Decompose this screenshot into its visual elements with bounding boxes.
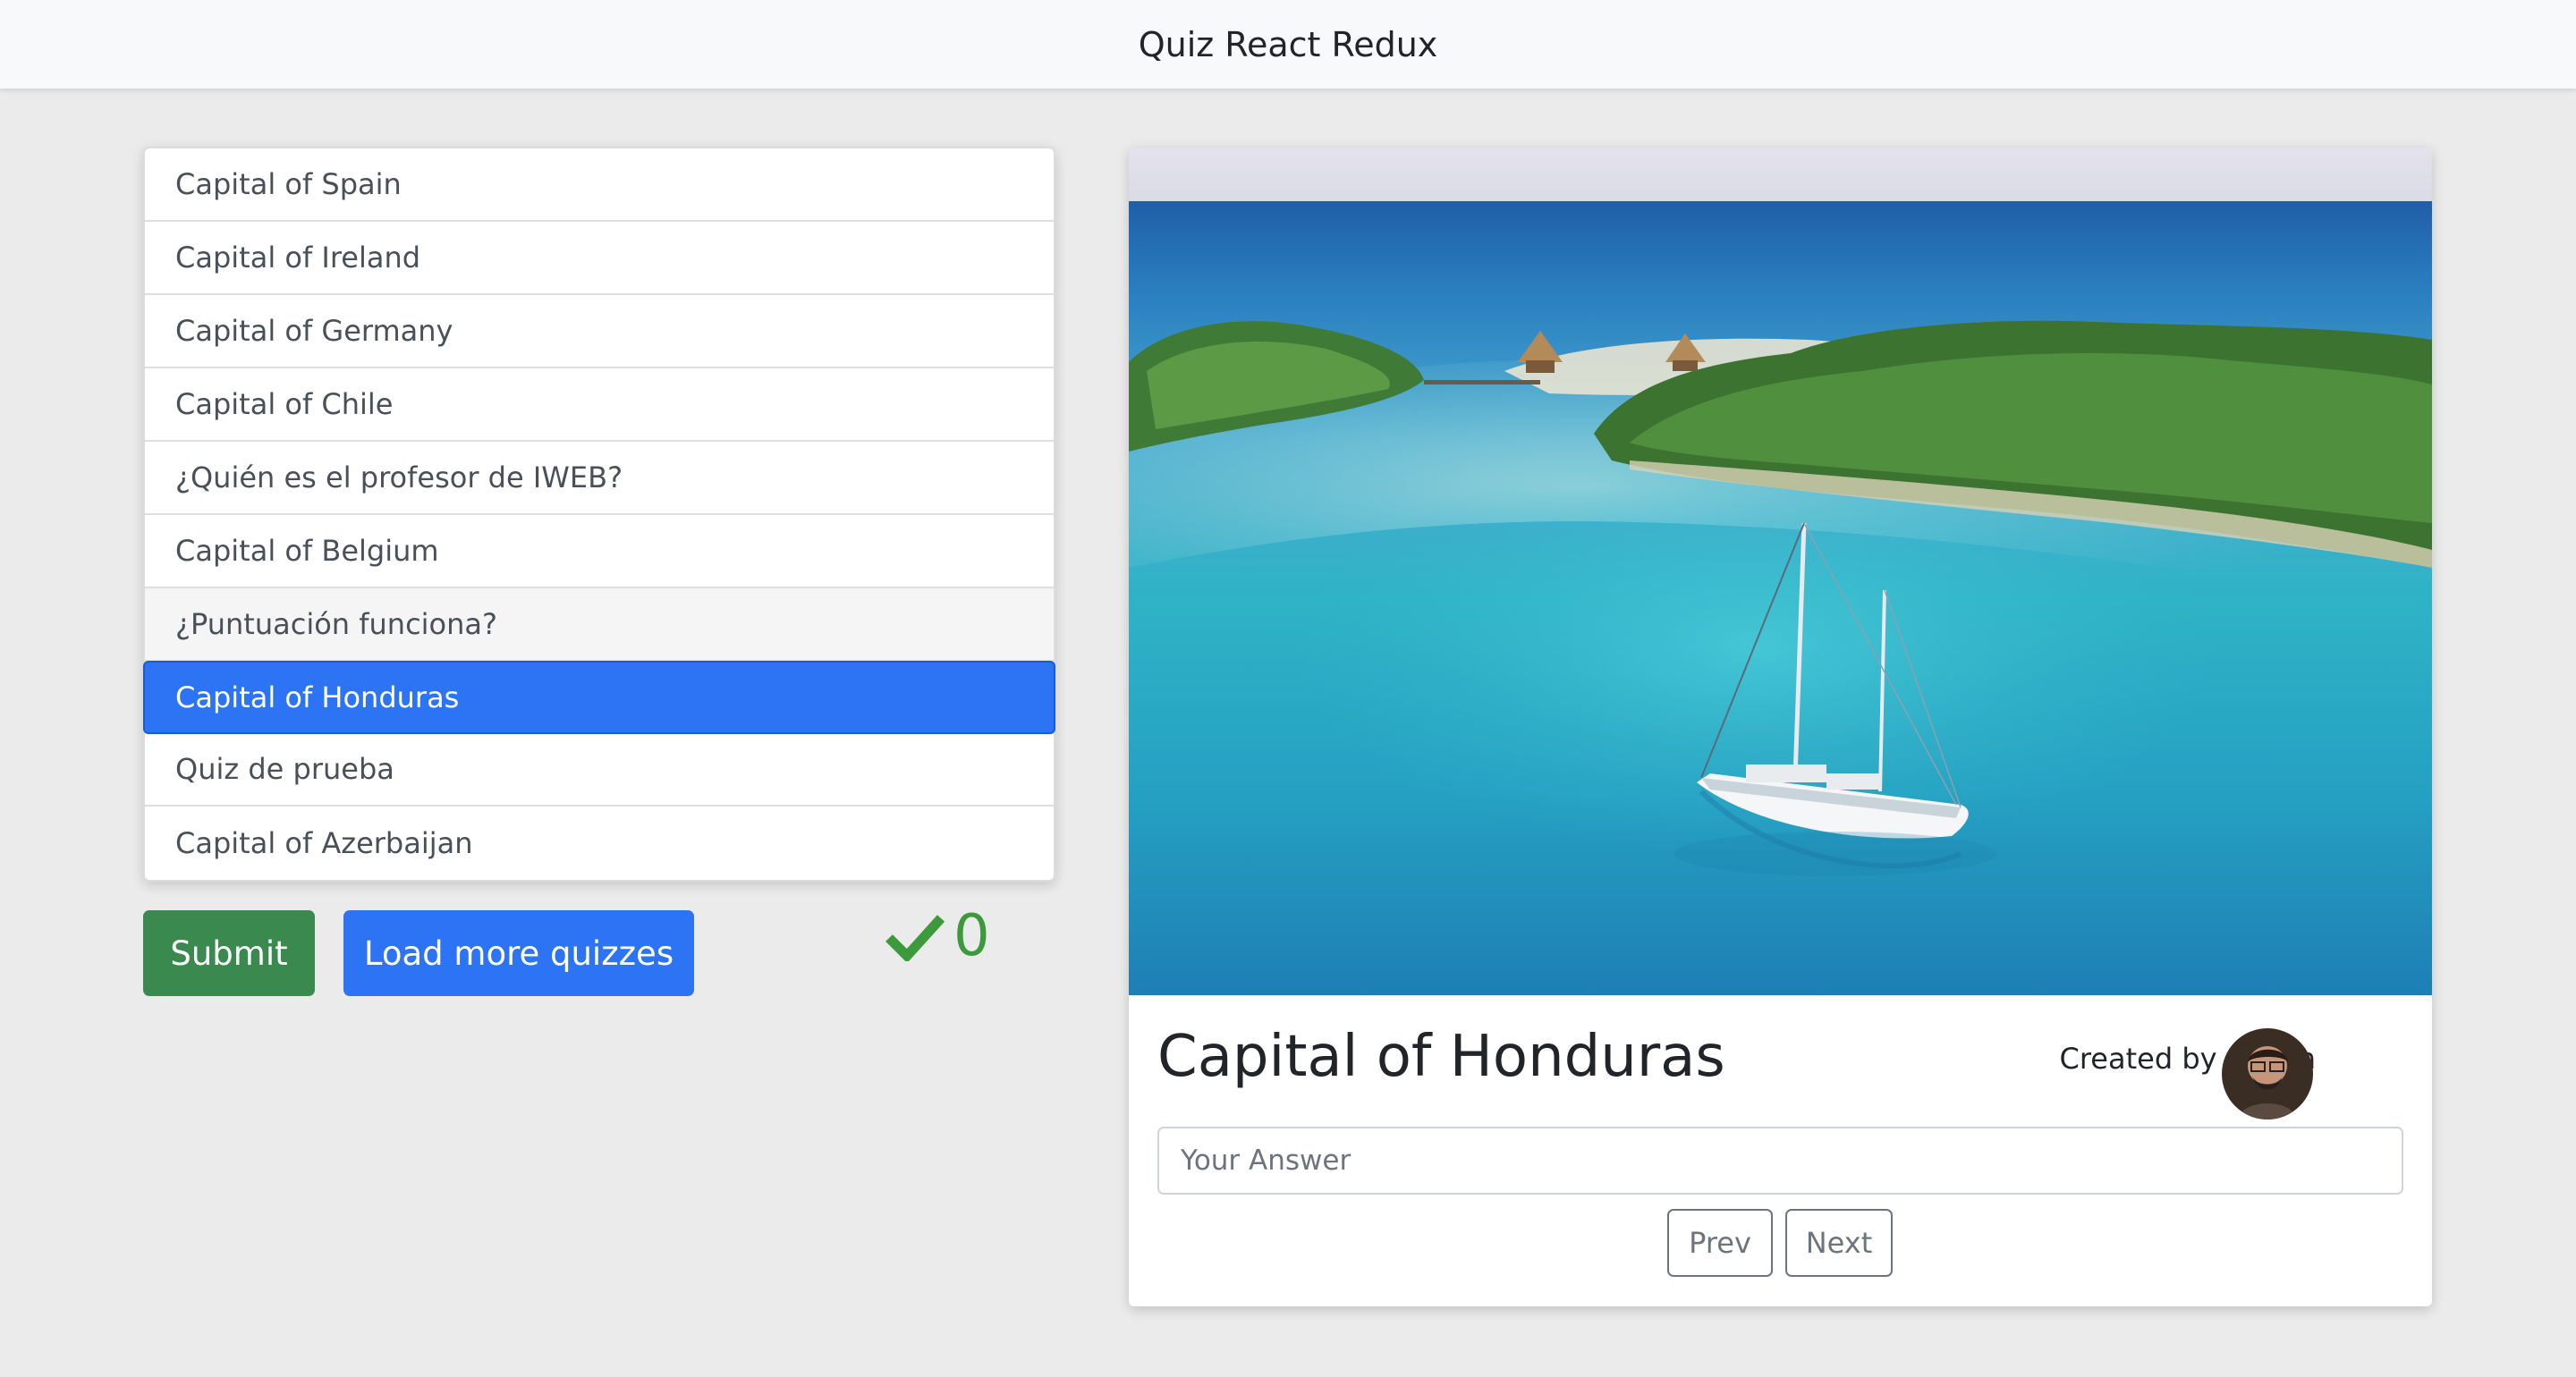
score-display: 0 [886,903,990,969]
quiz-list-item-active[interactable]: Capital of Honduras [143,661,1055,734]
submit-button[interactable]: Submit [143,910,315,996]
quiz-list: Capital of Spain Capital of Ireland Capi… [143,147,1055,882]
checkmark-icon [886,915,945,961]
quiz-list-item[interactable]: Capital of Spain [145,148,1054,222]
quiz-list-item[interactable]: Capital of Chile [145,368,1054,442]
prev-button[interactable]: Prev [1667,1209,1773,1277]
load-more-quizzes-button[interactable]: Load more quizzes [343,910,694,996]
answer-input[interactable] [1157,1127,2403,1195]
navbar: Quiz React Redux [0,0,2576,89]
next-button[interactable]: Next [1785,1209,1893,1277]
quiz-list-item[interactable]: Capital of Germany [145,295,1054,368]
quiz-list-item[interactable]: Quiz de prueba [145,733,1054,807]
avatar-icon [2222,1028,2313,1119]
quiz-list-item[interactable]: ¿Quién es el profesor de IWEB? [145,442,1054,515]
quiz-card: Capital of Honduras Created by admin Pre… [1129,148,2432,1306]
quiz-list-item[interactable]: Capital of Ireland [145,222,1054,295]
quiz-list-item[interactable]: ¿Puntuación funciona? [145,588,1054,662]
app-title: Quiz React Redux [1138,24,1438,64]
author-avatar [2222,1028,2313,1119]
quiz-question: Capital of Honduras [1157,1024,1725,1090]
quiz-list-item[interactable]: Capital of Azerbaijan [145,807,1054,880]
quiz-list-item[interactable]: Capital of Belgium [145,515,1054,588]
score-value: 0 [953,903,990,969]
island-sailboat-photo [1129,148,2432,995]
